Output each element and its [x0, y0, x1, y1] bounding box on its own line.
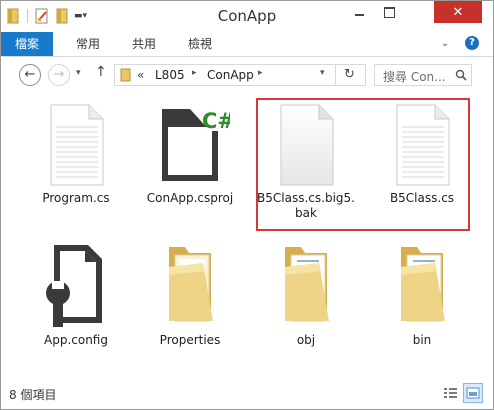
svg-text:C#: C#	[202, 109, 230, 133]
large-icons-view-icon[interactable]	[463, 383, 483, 403]
folder-name: obj	[296, 333, 316, 347]
folder-small-icon	[120, 68, 131, 82]
maximize-icon	[383, 6, 395, 18]
selection-highlight	[256, 98, 470, 231]
recent-locations-icon[interactable]: ▾	[76, 68, 81, 78]
folder-icon	[401, 247, 445, 322]
minimize-icon	[354, 14, 364, 16]
maximize-button[interactable]	[374, 1, 404, 23]
tab-view[interactable]: 檢視	[179, 32, 221, 56]
file-name: App.config	[44, 333, 108, 347]
overflow-chevron[interactable]: «	[137, 68, 144, 82]
folder-item[interactable]: bin	[365, 241, 479, 348]
file-list: Program.cs C# ConApp.csproj	[1, 93, 493, 375]
breadcrumb-segment[interactable]: L805	[155, 68, 185, 82]
file-name: Program.cs	[42, 191, 110, 205]
folder-name: bin	[412, 333, 432, 347]
up-arrow-icon[interactable]: ↑	[95, 64, 107, 80]
close-icon: ✕	[452, 4, 464, 20]
refresh-icon[interactable]: ↻	[344, 67, 355, 82]
folder-icon	[285, 247, 329, 322]
window-title: ConApp	[217, 7, 277, 25]
search-icon[interactable]	[455, 69, 467, 81]
tab-file[interactable]: 檔案	[1, 32, 53, 56]
back-button[interactable]: ←	[19, 64, 41, 86]
text-file-icon	[50, 104, 104, 186]
chevron-right-icon[interactable]: ▸	[192, 68, 197, 78]
expand-ribbon-icon[interactable]: ⌄	[441, 38, 449, 49]
tab-home[interactable]: 常用	[67, 32, 109, 56]
tab-share[interactable]: 共用	[123, 32, 165, 56]
folder-icon	[169, 247, 213, 322]
file-name: ConApp.csproj	[146, 191, 234, 205]
status-bar: 8 個項目	[1, 379, 493, 409]
file-item[interactable]: App.config	[19, 241, 133, 348]
forward-button[interactable]: →	[48, 64, 70, 86]
search-input[interactable]: 搜尋 Con...	[383, 68, 446, 85]
title-bar: ▬▾ ConApp ✕	[1, 1, 493, 31]
explorer-window: ▬▾ ConApp ✕ 檔案 常用 共用 檢視 ⌄ ? ← → ▾ ↑ « L8…	[0, 0, 494, 410]
search-box[interactable]: 搜尋 Con...	[374, 64, 472, 86]
breadcrumb-segment[interactable]: ConApp	[207, 68, 254, 82]
navigation-bar: ← → ▾ ↑ « L805 ▸ ConApp ▸ ▾ ↻ 搜尋 Con...	[1, 57, 493, 93]
config-file-icon	[46, 245, 102, 327]
folder-item[interactable]: Properties	[133, 241, 247, 348]
help-icon[interactable]: ?	[465, 36, 479, 50]
csharp-project-icon: C#	[162, 109, 230, 181]
ribbon-tabs: 檔案 常用 共用 檢視 ⌄ ?	[1, 32, 493, 57]
file-item[interactable]: C# ConApp.csproj	[133, 103, 247, 206]
folder-item[interactable]: obj	[249, 241, 363, 348]
address-bar[interactable]: « L805 ▸ ConApp ▸ ▾ ↻	[114, 64, 366, 86]
item-count: 8 個項目	[9, 388, 57, 402]
chevron-right-icon[interactable]: ▸	[258, 68, 263, 78]
close-button[interactable]: ✕	[434, 1, 482, 23]
address-dropdown-icon[interactable]: ▾	[320, 68, 325, 78]
minimize-button[interactable]	[344, 1, 374, 23]
folder-name: Properties	[159, 333, 221, 347]
details-view-icon[interactable]	[442, 385, 458, 401]
separator	[335, 65, 336, 85]
file-item[interactable]: Program.cs	[19, 103, 133, 206]
